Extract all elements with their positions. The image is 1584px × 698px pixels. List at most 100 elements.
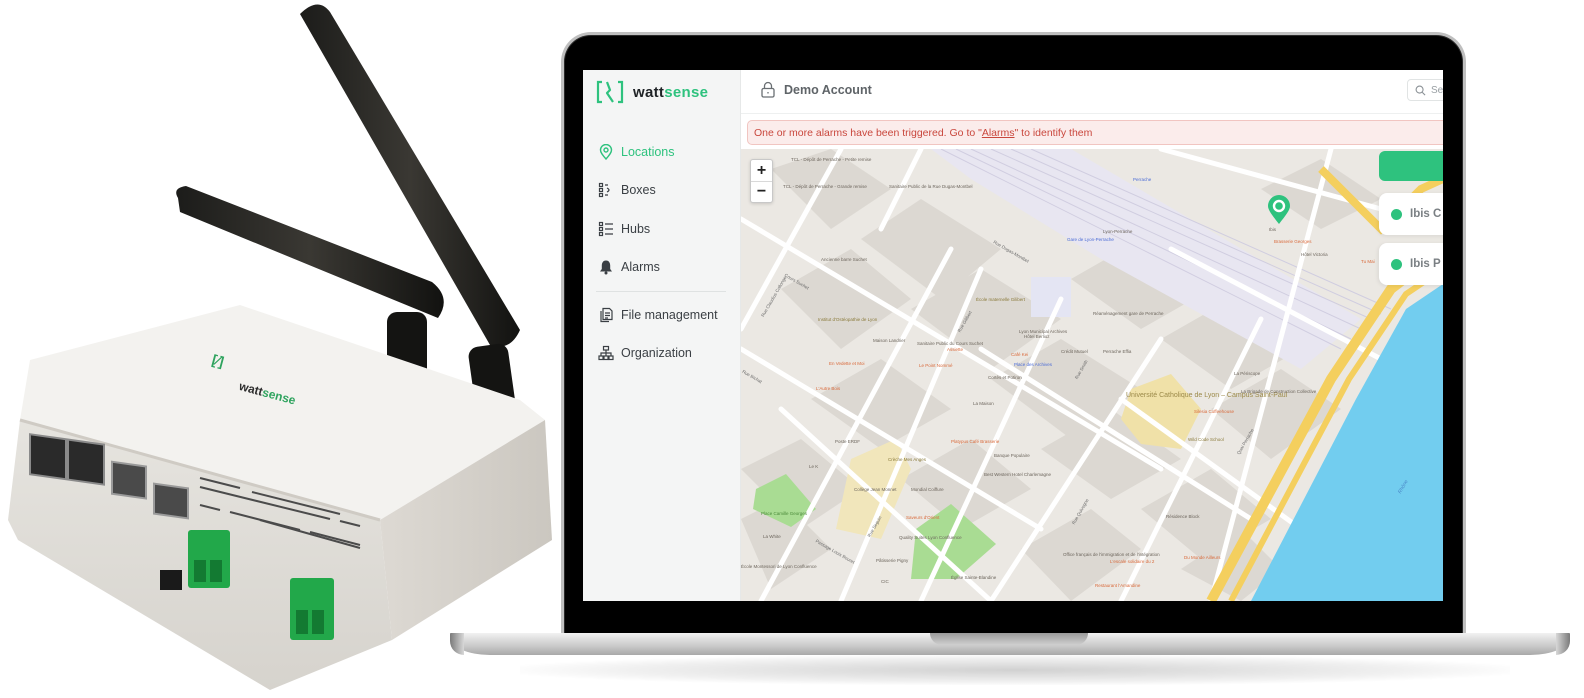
map-label: Pâtisserie Pigny (876, 558, 909, 563)
bell-icon (600, 260, 612, 275)
map-label: Gare de Lyon-Perrache (1067, 237, 1114, 242)
map-label: Le K (809, 464, 819, 469)
nav-divider (596, 291, 726, 292)
account-switcher[interactable]: Demo Account (760, 81, 872, 98)
location-card[interactable]: Ibis P (1379, 243, 1443, 285)
map-zoom-control: + − (750, 159, 773, 203)
map-label: Café Kei (1011, 352, 1029, 357)
location-card[interactable]: Ibis C (1379, 193, 1443, 235)
map-label: Ibis (1269, 227, 1277, 232)
map-label: La Brigade de Construction Collective (1241, 389, 1317, 394)
wattsense-logo[interactable]: wattsense (596, 80, 708, 104)
sidebar-item-label: Organization (621, 346, 692, 360)
map-label: Ancienne barre Suchet (821, 257, 867, 262)
map-label: Crédit Mutuel (1061, 349, 1088, 354)
map-label: Quality Suites Lyon Confluence (899, 535, 962, 540)
search-input[interactable]: Se (1407, 79, 1443, 101)
map-label: Du Monde Ailleurs (1184, 555, 1221, 560)
map-label: L'Autre Bois (816, 386, 841, 391)
location-marker-icon[interactable] (1267, 195, 1291, 225)
map-label: La Périscope (1234, 371, 1261, 376)
laptop-shadow (520, 655, 1510, 685)
alert-text-prefix: One or more alarms have been triggered. … (754, 126, 982, 139)
alarms-link[interactable]: Alarms (982, 127, 1015, 139)
location-pin-icon (599, 144, 613, 160)
sidebar-item-label: Hubs (621, 222, 651, 236)
map-label: Institut d'Ostéopathie de Lyon (818, 317, 878, 322)
map-base (741, 149, 1443, 601)
map-label: École maternelle Gilibert (976, 297, 1026, 302)
sidebar-item-hubs[interactable]: Hubs (598, 218, 650, 240)
wattsense-logo-icon (596, 80, 624, 104)
search-placeholder: Se (1431, 84, 1443, 96)
alarm-alert-banner: One or more alarms have been triggered. … (747, 120, 1443, 145)
map-label: Best Western Hotel Charlemagne (984, 472, 1051, 477)
add-location-button[interactable] (1379, 151, 1443, 181)
status-dot (1391, 208, 1402, 220)
map-label: L'escale solidaire du 2 (1110, 559, 1155, 564)
map-label: Réaménagement gare de Perrache (1093, 311, 1164, 316)
sidebar-item-alarms[interactable]: Alarms (598, 256, 660, 278)
hubs-list-icon (598, 221, 613, 237)
map-label: Le Point Nommé (919, 363, 953, 368)
map-label: Brasserie Georges (1274, 239, 1312, 244)
map-label: Assiette (947, 347, 964, 352)
map-label: Hôtel Victoria (1301, 252, 1328, 257)
sidebar-item-locations[interactable]: Locations (598, 141, 675, 163)
files-icon (600, 307, 613, 323)
location-name: Ibis P (1410, 258, 1441, 270)
map-label: En Vedette et Moi (829, 361, 865, 366)
place-des-archives (1031, 277, 1071, 317)
map-label: Hôtel Berlioz (1024, 334, 1050, 339)
laptop-screen: wattsense Locations Boxes Hubs Alarms Fi… (583, 70, 1443, 601)
map-label: Perrache (1133, 177, 1152, 182)
map-label: Place Camille Georges (761, 511, 808, 516)
map-label: Saveurs d'Orient (906, 515, 940, 520)
sidebar: wattsense Locations Boxes Hubs Alarms Fi… (583, 70, 741, 601)
map-label: Office français de l'immigration et de l… (1063, 552, 1160, 557)
sidebar-item-label: Boxes (621, 183, 656, 197)
map-label: Perrache Effia (1103, 349, 1132, 354)
sidebar-item-boxes[interactable]: Boxes (598, 179, 656, 201)
map-label: Lyon-Perrache (1103, 229, 1133, 234)
alert-text-suffix: " to identify them (1014, 126, 1093, 139)
sidebar-item-file-management[interactable]: File management (598, 304, 718, 326)
sidebar-item-organization[interactable]: Organization (598, 342, 692, 364)
map-label: Sanitaire Public de la Rue Dugas-Montbel (889, 184, 973, 189)
map-label: Banque Populaire (994, 453, 1030, 458)
wattsense-box-device: [⁄] wattsense (8, 4, 552, 690)
zoom-in-button[interactable]: + (751, 160, 772, 181)
map-label: Sanitaire Public du Cours Suchet (917, 341, 984, 346)
org-chart-icon (598, 345, 614, 361)
map-label: Église Sainte-Blandine (951, 575, 997, 580)
account-name: Demo Account (784, 82, 872, 97)
map-label: CIC (881, 579, 889, 584)
map-label: Crèche Mes Anges (888, 457, 927, 462)
logo-wordmark: wattsense (633, 83, 709, 101)
map-label: École Montessori de Lyon Confluence (741, 564, 817, 569)
locations-map[interactable]: TCL - Dépôt de Perrache - Petite remise … (741, 149, 1443, 601)
button (160, 570, 182, 590)
map-label: Mondial Coiffure (911, 487, 944, 492)
sidebar-item-label: Alarms (621, 260, 660, 274)
green-terminal-1 (188, 530, 230, 588)
map-label: Restaurant l'Amandine (1095, 583, 1141, 588)
map-label: Université Catholique de Lyon – Campus S… (1126, 392, 1287, 400)
laptop-notch (930, 633, 1088, 645)
main-content: Demo Account Se One or more alarms have … (741, 70, 1443, 601)
map-label: TCL - Dépôt de Perrache - Petite remise (791, 157, 872, 162)
map-label: Place des Archives (1014, 362, 1053, 367)
map-label: Maison Landrier (873, 338, 906, 343)
map-label: Poste ERDF (835, 439, 861, 444)
topbar: Demo Account Se (741, 70, 1443, 114)
sidebar-item-label: Locations (621, 145, 675, 159)
map-label: Wild Code School (1188, 437, 1224, 442)
boxes-icon (598, 182, 610, 198)
status-dot (1391, 258, 1402, 270)
map-label: TCL - Dépôt de Perrache - Grande remise (783, 184, 867, 189)
map-label: Résidence Block (1166, 514, 1200, 519)
map-label: Cortès et Potiron (988, 375, 1022, 380)
map-label: La Maison (973, 401, 994, 406)
zoom-out-button[interactable]: − (751, 181, 772, 202)
map-label: La White (763, 534, 781, 539)
